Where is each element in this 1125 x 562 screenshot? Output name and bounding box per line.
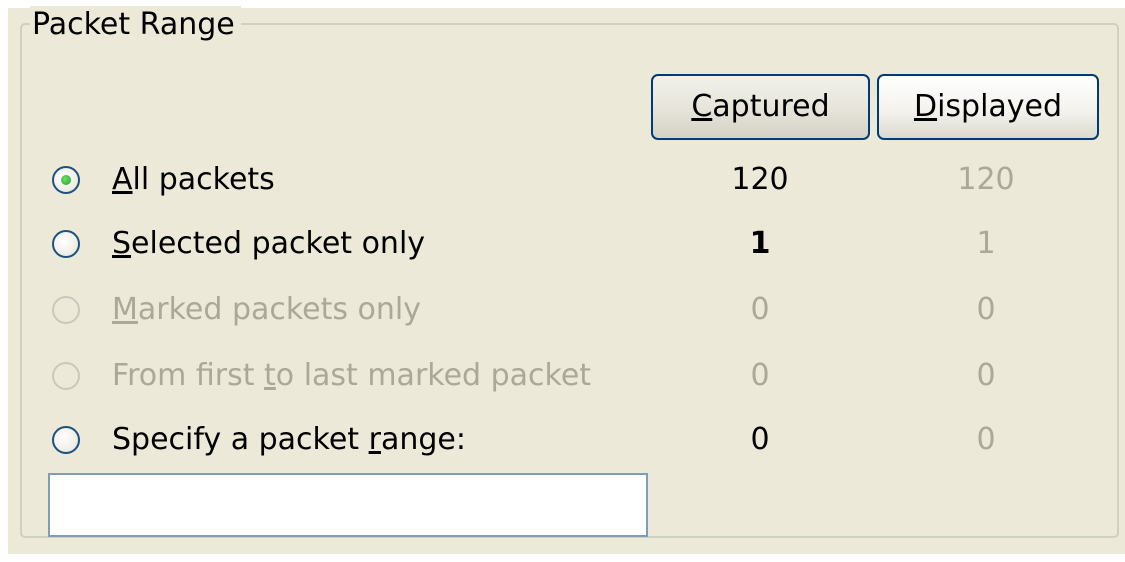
displayed-label: isplayed: [937, 89, 1063, 124]
captured-button[interactable]: Captured: [651, 74, 870, 140]
displayed-count: 0: [976, 358, 996, 393]
captured-accel: C: [691, 89, 713, 124]
displayed-accel: D: [913, 89, 938, 124]
window-canvas: Packet Range Captured Displayed All pack…: [0, 0, 1125, 562]
packet-range-input[interactable]: [48, 473, 648, 537]
radio-first-to-last-marked[interactable]: From first to last marked packet: [52, 351, 672, 401]
packet-range-title: Packet Range: [30, 6, 241, 44]
radio-label: Specify a packet range:: [112, 422, 466, 457]
captured-count: 0: [750, 422, 770, 457]
radio-label: Selected packet only: [112, 226, 426, 261]
displayed-count: 1: [976, 226, 996, 261]
radio-circle-icon[interactable]: [52, 296, 80, 324]
captured-count: 120: [731, 162, 789, 197]
displayed-count: 120: [957, 162, 1015, 197]
radio-marked-packets[interactable]: Marked packets only: [52, 285, 672, 335]
radio-circle-icon[interactable]: [52, 426, 80, 454]
radio-label: Marked packets only: [112, 292, 422, 327]
captured-label: aptured: [712, 89, 830, 124]
displayed-count: 0: [976, 292, 996, 327]
captured-count: 0: [750, 358, 770, 393]
displayed-count: 0: [976, 422, 996, 457]
radio-circle-icon[interactable]: [52, 230, 80, 258]
radio-circle-icon[interactable]: [52, 362, 80, 390]
captured-count: 0: [750, 292, 770, 327]
radio-label: All packets: [112, 162, 275, 197]
radio-label: From first to last marked packet: [112, 358, 592, 393]
radio-circle-icon[interactable]: [52, 166, 80, 194]
radio-all-packets[interactable]: All packets: [52, 155, 672, 205]
captured-count: 1: [749, 226, 771, 261]
displayed-button[interactable]: Displayed: [877, 74, 1099, 140]
radio-selected-packet[interactable]: Selected packet only: [52, 219, 672, 269]
radio-specify-range[interactable]: Specify a packet range:: [52, 415, 672, 465]
